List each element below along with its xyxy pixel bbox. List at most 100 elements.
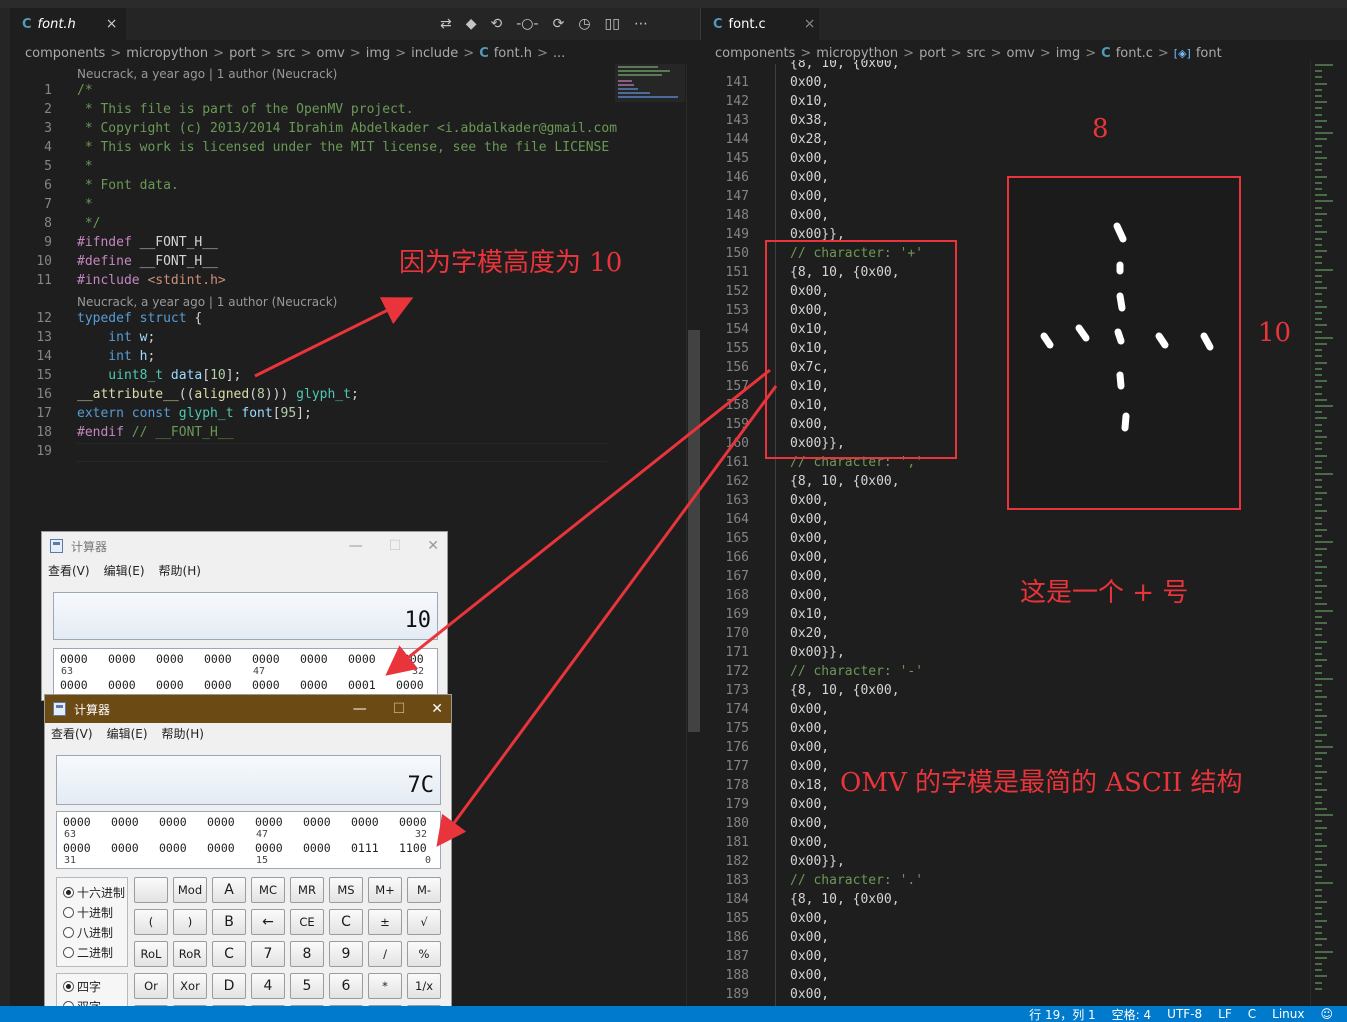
menu-help[interactable]: 帮助(H) xyxy=(159,562,201,579)
status-cursor-position[interactable]: 行 19，列 1 xyxy=(1029,1006,1096,1022)
breadcrumb-item[interactable]: port xyxy=(229,46,256,61)
close-icon[interactable]: ✕ xyxy=(431,701,443,717)
radio-bin[interactable]: 二进制 xyxy=(63,944,113,961)
breadcrumb-item[interactable]: port xyxy=(919,46,946,61)
status-indentation[interactable]: 空格: 4 xyxy=(1112,1006,1152,1022)
breadcrumb-item[interactable]: src xyxy=(967,46,986,61)
menu-help[interactable]: 帮助(H) xyxy=(162,725,204,742)
calc-key-MS[interactable]: MS xyxy=(329,877,363,903)
calc-key-4[interactable]: 4 xyxy=(251,973,285,999)
calc-key-B[interactable]: B xyxy=(212,909,246,935)
right-minimap[interactable] xyxy=(1310,60,1347,1006)
left-minimap[interactable] xyxy=(615,64,685,102)
breadcrumb-item[interactable]: font.c xyxy=(1116,46,1153,61)
current-line-highlight xyxy=(77,443,607,462)
calc-key-9[interactable]: 9 xyxy=(329,941,363,967)
timeline-icon[interactable]: ◷ xyxy=(578,16,590,32)
calc-key-CE[interactable]: CE xyxy=(290,909,324,935)
breadcrumb-item[interactable]: font.h xyxy=(494,46,532,61)
commit-icon[interactable]: -○- xyxy=(516,16,538,32)
menu-view[interactable]: 查看(V) xyxy=(51,725,93,742)
split-editor-icon[interactable]: ▯▯ xyxy=(605,16,620,32)
breadcrumb-item[interactable]: components xyxy=(25,46,105,61)
next-change-icon[interactable]: ⟳ xyxy=(553,16,565,32)
codelens-blame-1[interactable]: Neucrack, a year ago | 1 author (Neucrac… xyxy=(77,65,337,84)
compare-icon[interactable]: ⇄ xyxy=(440,16,452,32)
calc-key-RoL[interactable]: RoL xyxy=(134,941,168,967)
status-language[interactable]: C xyxy=(1248,1007,1256,1021)
breadcrumb-item[interactable]: omv xyxy=(1007,46,1035,61)
calc-key-D[interactable]: D xyxy=(212,973,246,999)
calc-key-←[interactable]: ← xyxy=(251,909,285,935)
left-scroll-thumb[interactable] xyxy=(688,330,700,732)
maximize-icon[interactable]: ☐ xyxy=(393,701,406,717)
calc-key-([interactable]: ( xyxy=(134,909,168,935)
calc-key-7[interactable]: 7 xyxy=(251,941,285,967)
menu-edit[interactable]: 编辑(E) xyxy=(107,725,148,742)
calculator-window-2[interactable]: 计算器 — ☐ ✕ 查看(V) 编辑(E) 帮助(H) 7C 0000 0000 0… xyxy=(44,694,452,1022)
status-eol[interactable]: LF xyxy=(1218,1007,1232,1021)
breadcrumb-item[interactable]: img xyxy=(366,46,391,61)
breadcrumb-item[interactable]: src xyxy=(277,46,296,61)
maximize-icon[interactable]: ☐ xyxy=(389,538,402,554)
calc-key-blank[interactable] xyxy=(134,877,168,903)
codelens-blame-2[interactable]: Neucrack, a year ago | 1 author (Neucrac… xyxy=(77,293,337,312)
breadcrumb-item[interactable]: components xyxy=(715,46,795,61)
breadcrumb-item[interactable]: omv xyxy=(317,46,345,61)
tab-font-h[interactable]: C font.h × xyxy=(10,8,126,40)
calc-key-Or[interactable]: Or xyxy=(134,973,168,999)
calc-key-MC[interactable]: MC xyxy=(251,877,285,903)
calc-key-%[interactable]: % xyxy=(407,941,441,967)
close-icon[interactable]: × xyxy=(106,16,118,32)
calc-key-1/x[interactable]: 1/x xyxy=(407,973,441,999)
calc-key-M-[interactable]: M- xyxy=(407,877,441,903)
close-icon[interactable]: ✕ xyxy=(427,538,439,554)
breadcrumb-item[interactable]: ... xyxy=(553,46,565,61)
tab-font-c[interactable]: C font.c × xyxy=(701,8,819,40)
breadcrumb-item[interactable]: micropython xyxy=(816,46,898,61)
calc-key-5[interactable]: 5 xyxy=(290,973,324,999)
calculator-window-1[interactable]: 计算器 — ☐ ✕ 查看(V) 编辑(E) 帮助(H) 10 0000 0000 0… xyxy=(41,531,448,701)
calc1-titlebar[interactable]: 计算器 — ☐ ✕ xyxy=(42,532,447,560)
calc-key-±[interactable]: ± xyxy=(368,909,402,935)
calc-key-Xor[interactable]: Xor xyxy=(173,973,207,999)
line-number: 3 xyxy=(44,121,52,136)
minimize-icon[interactable]: — xyxy=(353,701,367,717)
breadcrumb-item[interactable]: font xyxy=(1196,46,1222,61)
radio-dec[interactable]: 十进制 xyxy=(63,904,113,921)
calc-key-RoR[interactable]: RoR xyxy=(173,941,207,967)
calc-key-6[interactable]: 6 xyxy=(329,973,363,999)
radio-oct[interactable]: 八进制 xyxy=(63,924,113,941)
breadcrumb-item[interactable]: img xyxy=(1056,46,1081,61)
code-line: 167 0x00, xyxy=(700,567,1305,586)
calc-key-)[interactable]: ) xyxy=(173,909,207,935)
calc-key-/[interactable]: / xyxy=(368,941,402,967)
calc-key-M+[interactable]: M+ xyxy=(368,877,402,903)
calc-key-C[interactable]: C xyxy=(212,941,246,967)
breadcrumb-item[interactable]: micropython xyxy=(126,46,208,61)
radio-hex[interactable]: 十六进制 xyxy=(63,884,125,901)
git-icon[interactable]: ◆ xyxy=(466,16,477,32)
previous-change-icon[interactable]: ⟲ xyxy=(491,16,503,32)
status-encoding[interactable]: UTF-8 xyxy=(1167,1007,1202,1021)
bit-index: 63 xyxy=(64,829,77,840)
status-os[interactable]: Linux xyxy=(1272,1007,1304,1021)
calc-key-C[interactable]: C xyxy=(329,909,363,935)
calc-key-A[interactable]: A xyxy=(212,877,246,903)
calc-key-*[interactable]: * xyxy=(368,973,402,999)
menu-view[interactable]: 查看(V) xyxy=(48,562,90,579)
more-actions-icon[interactable]: ⋯ xyxy=(634,16,648,32)
menu-edit[interactable]: 编辑(E) xyxy=(104,562,145,579)
breadcrumb-item[interactable]: include xyxy=(411,46,458,61)
radio-qword[interactable]: 四字 xyxy=(63,978,101,995)
close-icon[interactable]: × xyxy=(804,16,816,32)
feedback-icon[interactable]: ☺ xyxy=(1320,1007,1333,1021)
calc2-titlebar[interactable]: 计算器 — ☐ ✕ xyxy=(45,695,451,723)
calc-key-Mod[interactable]: Mod xyxy=(173,877,207,903)
bit-nibble: 0000 xyxy=(300,652,328,666)
minimize-icon[interactable]: — xyxy=(349,538,363,554)
calc-key-√[interactable]: √ xyxy=(407,909,441,935)
calc-key-8[interactable]: 8 xyxy=(290,941,324,967)
calc-key-MR[interactable]: MR xyxy=(290,877,324,903)
left-scrollbar[interactable] xyxy=(686,64,700,1008)
